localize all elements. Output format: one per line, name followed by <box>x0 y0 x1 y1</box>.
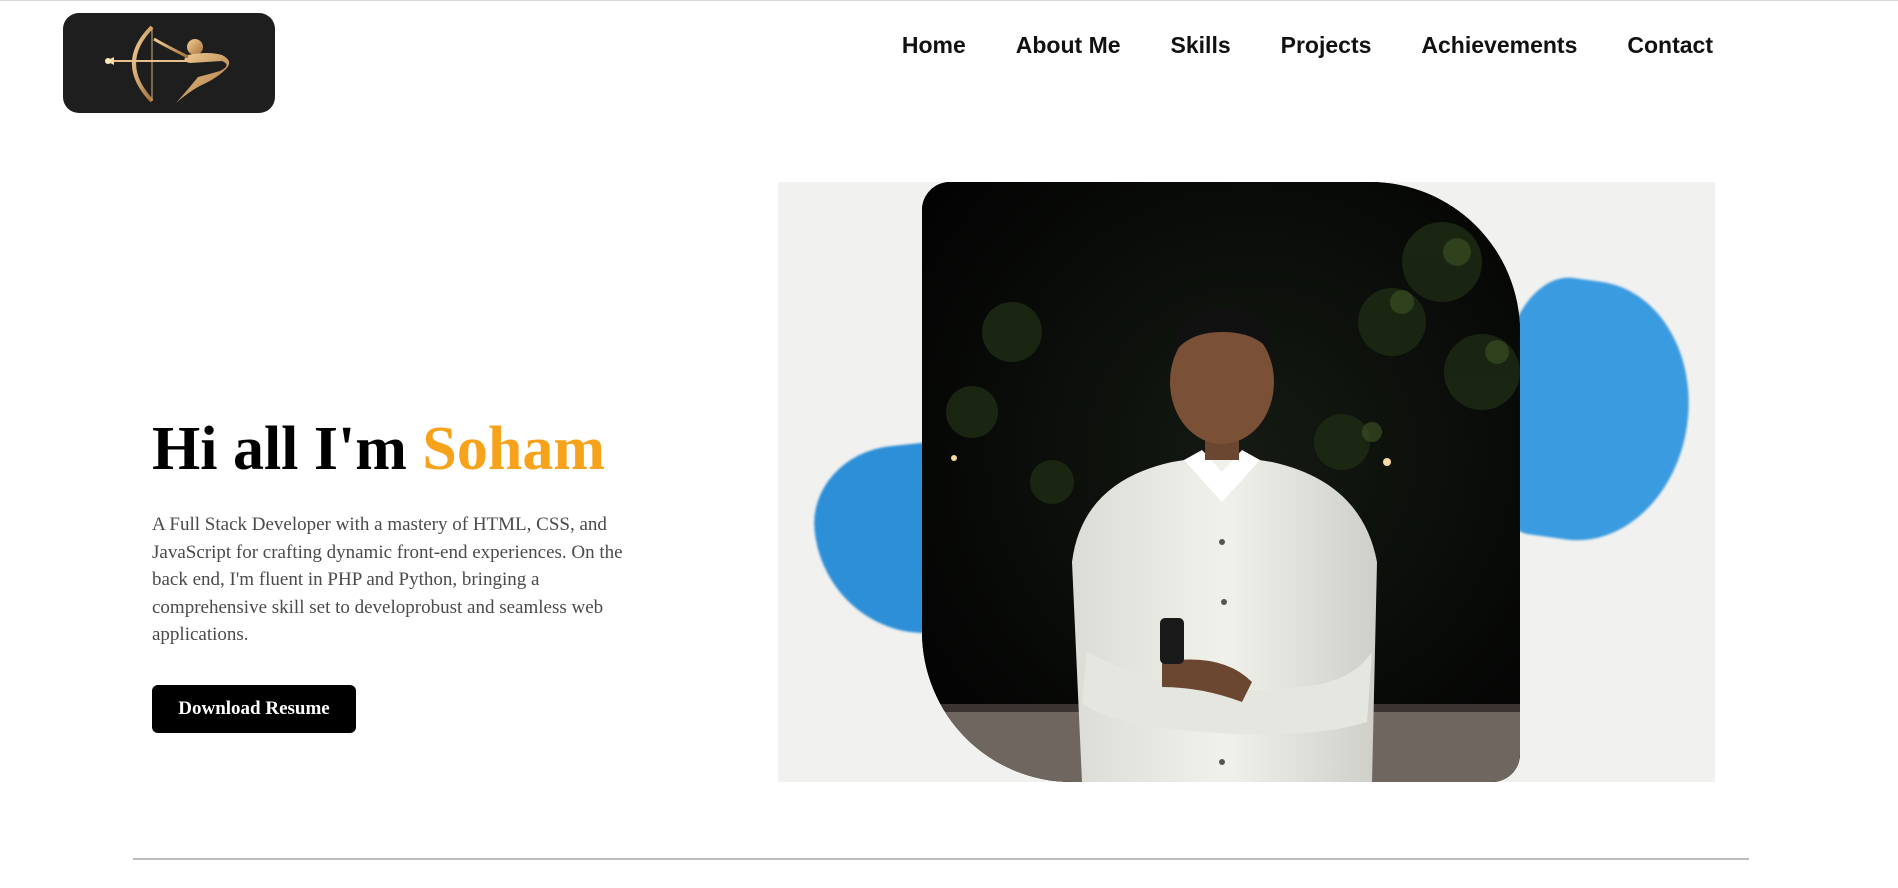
nav-contact[interactable]: Contact <box>1627 29 1713 61</box>
hero-title-prefix: Hi all I'm <box>152 415 423 483</box>
nav-projects[interactable]: Projects <box>1281 29 1372 61</box>
nav-about-me[interactable]: About Me <box>1016 29 1121 61</box>
profile-photo <box>922 182 1520 782</box>
hero-image <box>778 182 1715 782</box>
portrait-illustration <box>922 182 1520 782</box>
hero-description: A Full Stack Developer with a mastery of… <box>152 514 623 645</box>
section-divider <box>133 858 1749 860</box>
nav-home[interactable]: Home <box>902 29 966 61</box>
hero-name: Soham <box>422 415 606 483</box>
logo[interactable] <box>63 13 275 113</box>
main-nav: Home About Me Skills Projects Achievemen… <box>902 29 1713 61</box>
nav-skills[interactable]: Skills <box>1171 29 1231 61</box>
archer-icon <box>105 25 230 103</box>
hero-title: Hi all I'm Soham <box>152 411 605 487</box>
download-resume-button[interactable]: Download Resume <box>152 685 356 733</box>
nav-achievements[interactable]: Achievements <box>1421 29 1577 61</box>
